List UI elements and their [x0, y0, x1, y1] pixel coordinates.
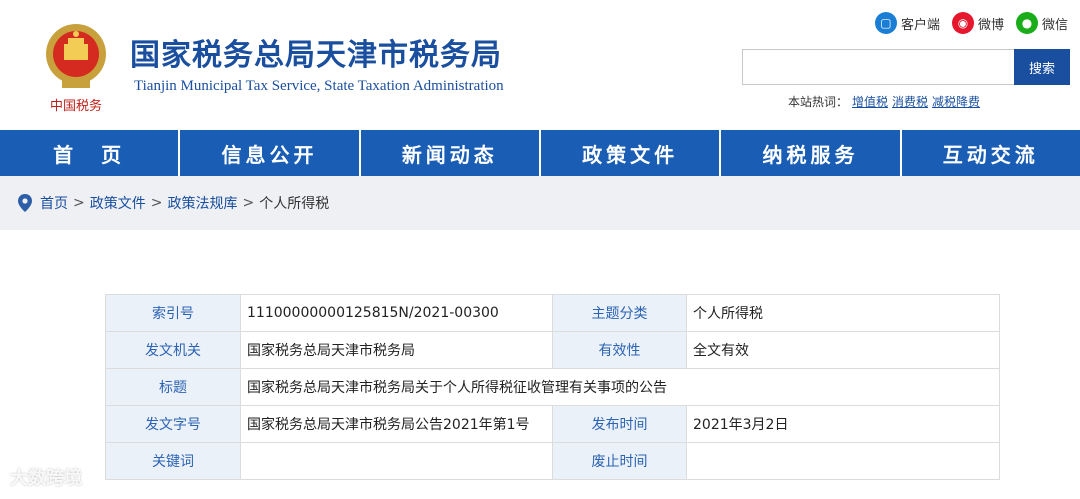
nav-item-interaction[interactable]: 互动交流 [902, 130, 1080, 176]
expiry-label: 废止时间 [552, 442, 687, 480]
location-pin-icon [18, 194, 32, 212]
validity-label: 有效性 [552, 331, 687, 369]
table-row: 标题 国家税务总局天津市税务局关于个人所得税征收管理有关事项的公告 [105, 368, 1000, 406]
nav-item-info-disclosure[interactable]: 信息公开 [180, 130, 361, 176]
nav-item-policy[interactable]: 政策文件 [541, 130, 722, 176]
nav-item-home[interactable]: 首 页 [0, 130, 181, 176]
weibo-link[interactable]: ◉ 微博 [951, 12, 1004, 34]
table-row: 关键词 废止时间 [105, 442, 1000, 480]
hotwords: 本站热词： 增值税 消费税 减税降费 [788, 93, 980, 110]
breadcrumb-home[interactable]: 首页 [40, 193, 68, 213]
breadcrumb-current: 个人所得税 [259, 196, 330, 212]
site-header: 中国税务 国家税务总局天津市税务局 Tianjin Municipal Tax … [0, 0, 1080, 130]
category-label: 主题分类 [552, 294, 687, 332]
nav-item-tax-service[interactable]: 纳税服务 [721, 130, 902, 176]
pubdate-value: 2021年3月2日 [686, 405, 1000, 443]
category-value: 个人所得税 [686, 294, 1000, 332]
table-row: 发文机关 国家税务总局天津市税务局 有效性 全文有效 [105, 331, 1000, 369]
document-info-table: 索引号 11100000000125815N/2021-00300 主题分类 个… [105, 294, 1000, 480]
client-link[interactable]: ▢ 客户端 [874, 12, 940, 34]
hotwords-label: 本站热词： [788, 95, 849, 109]
title-value: 国家税务总局天津市税务局关于个人所得税征收管理有关事项的公告 [240, 368, 1000, 406]
index-value: 11100000000125815N/2021-00300 [240, 294, 553, 332]
breadcrumb-separator: > [73, 195, 85, 211]
issuer-value: 国家税务总局天津市税务局 [240, 331, 553, 369]
breadcrumb-separator: > [150, 195, 163, 211]
keywords-label: 关键词 [105, 442, 241, 480]
tax-emblem-logo[interactable]: 中国税务 [38, 18, 114, 118]
weibo-link-label: 微博 [977, 17, 1004, 33]
wechat-icon: ● [1015, 12, 1038, 34]
search-box: 搜索 [742, 49, 1070, 85]
wechat-link-label: 微信 [1041, 17, 1068, 33]
nav-item-news[interactable]: 新闻动态 [361, 130, 541, 176]
hotword-link[interactable]: 消费税 [892, 95, 928, 109]
weibo-icon: ◉ [951, 12, 974, 34]
table-row: 发文字号 国家税务总局天津市税务局公告2021年第1号 发布时间 2021年3月… [105, 405, 1000, 443]
keywords-value [240, 442, 553, 480]
table-row: 索引号 11100000000125815N/2021-00300 主题分类 个… [105, 294, 1000, 332]
issuer-label: 发文机关 [105, 331, 241, 369]
wechat-link[interactable]: ● 微信 [1015, 12, 1068, 34]
watermark: 大数跨境 [10, 468, 82, 489]
breadcrumb-separator: > [242, 195, 255, 211]
pubdate-label: 发布时间 [552, 405, 687, 443]
docno-label: 发文字号 [105, 405, 241, 443]
site-subtitle: Tianjin Municipal Tax Service, State Tax… [134, 78, 504, 94]
client-icon: ▢ [874, 12, 897, 34]
main-nav: 首 页 信息公开 新闻动态 政策文件 纳税服务 互动交流 [0, 130, 1080, 176]
client-link-label: 客户端 [900, 17, 940, 33]
logo-caption: 中国税务 [50, 98, 102, 114]
breadcrumb-policy-docs[interactable]: 政策文件 [90, 193, 146, 213]
search-button[interactable]: 搜索 [1014, 49, 1070, 85]
title-label: 标题 [105, 368, 241, 406]
breadcrumb: 首页 > 政策文件 > 政策法规库 > 个人所得税 [0, 176, 1080, 230]
breadcrumb-policy-library[interactable]: 政策法规库 [167, 193, 237, 213]
docno-value: 国家税务总局天津市税务局公告2021年第1号 [240, 405, 553, 443]
top-links: ▢ 客户端 ◉ 微博 ● 微信 [874, 12, 1068, 34]
validity-value: 全文有效 [686, 331, 1000, 369]
site-title: 国家税务总局天津市税务局 [130, 38, 502, 73]
expiry-value [686, 442, 1000, 480]
index-label: 索引号 [105, 294, 241, 332]
hotword-link[interactable]: 增值税 [852, 95, 888, 109]
search-input[interactable] [742, 49, 1014, 85]
hotword-link[interactable]: 减税降费 [932, 95, 980, 109]
